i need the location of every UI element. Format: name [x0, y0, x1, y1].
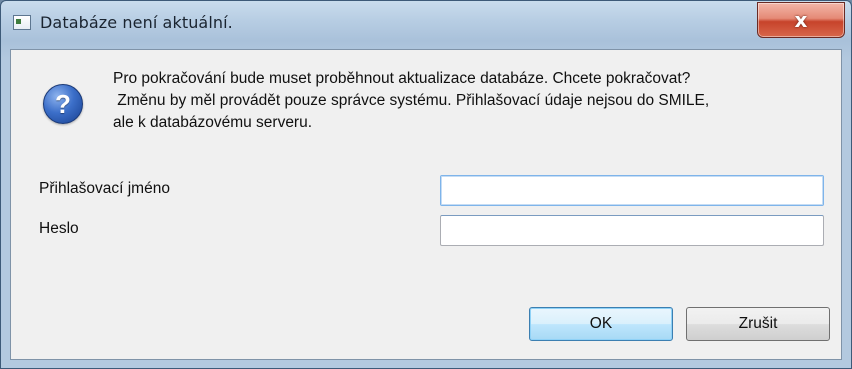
dialog-client-area: ? Pro pokračování bude muset proběhnout … [10, 49, 842, 360]
app-window-icon [13, 15, 31, 30]
message-line-3: ale k databázovému serveru. [113, 114, 313, 131]
message-line-2: Změnu by měl provádět pouze správce syst… [113, 92, 710, 109]
close-button[interactable]: x [757, 2, 845, 38]
dialog-message: Pro pokračování bude muset proběhnout ak… [113, 68, 709, 134]
password-label: Heslo [39, 220, 79, 237]
login-input[interactable] [440, 175, 824, 206]
password-input[interactable] [440, 215, 824, 246]
window-title: Databáze není aktuální. [40, 13, 233, 32]
login-label: Přihlašovací jméno [39, 180, 170, 197]
title-bar[interactable]: Databáze není aktuální. x [1, 1, 851, 49]
message-line-1: Pro pokračování bude muset proběhnout ak… [113, 70, 691, 87]
close-icon: x [794, 8, 808, 32]
dialog-window: Databáze není aktuální. x ? Pro pokračov… [0, 0, 852, 369]
cancel-button[interactable]: Zrušit [686, 307, 830, 341]
ok-button[interactable]: OK [529, 307, 673, 341]
question-icon: ? [43, 84, 83, 124]
